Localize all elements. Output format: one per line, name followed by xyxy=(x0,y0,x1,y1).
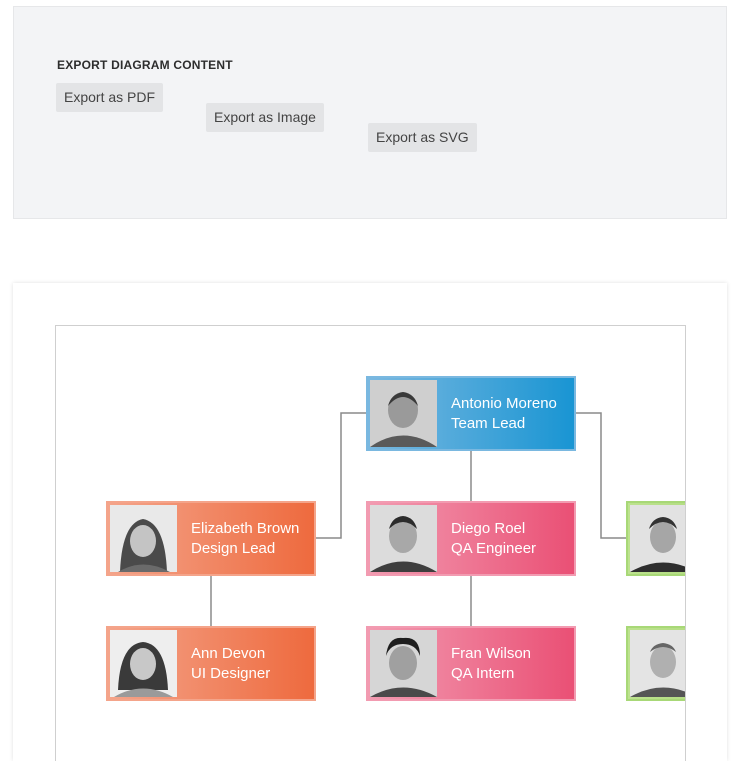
export-pdf-button[interactable]: Export as PDF xyxy=(56,83,164,112)
org-node-elizabeth[interactable]: Elizabeth Brown Design Lead xyxy=(106,501,316,576)
avatar xyxy=(110,505,177,572)
connector-antonio-green xyxy=(576,412,626,539)
node-title: UI Designer xyxy=(191,664,271,682)
node-title: QA Engineer xyxy=(451,539,537,557)
org-node-fran[interactable]: Fran Wilson QA Intern xyxy=(366,626,576,701)
node-name: Fran Wilson xyxy=(451,644,532,662)
org-node-green-1[interactable] xyxy=(626,501,685,576)
node-title: QA Intern xyxy=(451,664,515,682)
avatar xyxy=(110,630,177,697)
org-node-green-2[interactable] xyxy=(626,626,685,701)
org-node-diego[interactable]: Diego Roel QA Engineer xyxy=(366,501,576,576)
org-node-ann[interactable]: Ann Devon UI Designer xyxy=(106,626,316,701)
node-name: Antonio Moreno xyxy=(451,394,557,412)
connector-antonio-elizabeth xyxy=(316,412,366,539)
export-svg-button[interactable]: Export as SVG xyxy=(368,123,477,152)
avatar xyxy=(630,630,685,697)
node-name: Ann Devon xyxy=(191,644,266,662)
export-panel: EXPORT DIAGRAM CONTENT Export as PDF Exp… xyxy=(13,6,727,219)
avatar xyxy=(370,630,437,697)
node-name: Diego Roel xyxy=(451,519,526,537)
export-panel-title: EXPORT DIAGRAM CONTENT xyxy=(57,58,233,72)
node-name: Elizabeth Brown xyxy=(191,519,300,537)
avatar xyxy=(630,505,685,572)
avatar xyxy=(370,380,437,447)
node-title: Design Lead xyxy=(191,539,276,557)
org-node-antonio[interactable]: Antonio Moreno Team Lead xyxy=(366,376,576,451)
avatar xyxy=(370,505,437,572)
node-title: Team Lead xyxy=(451,414,526,432)
export-image-button[interactable]: Export as Image xyxy=(206,103,324,132)
org-chart-diagram[interactable]: Antonio Moreno Team Lead Elizabeth Brown… xyxy=(55,325,686,761)
